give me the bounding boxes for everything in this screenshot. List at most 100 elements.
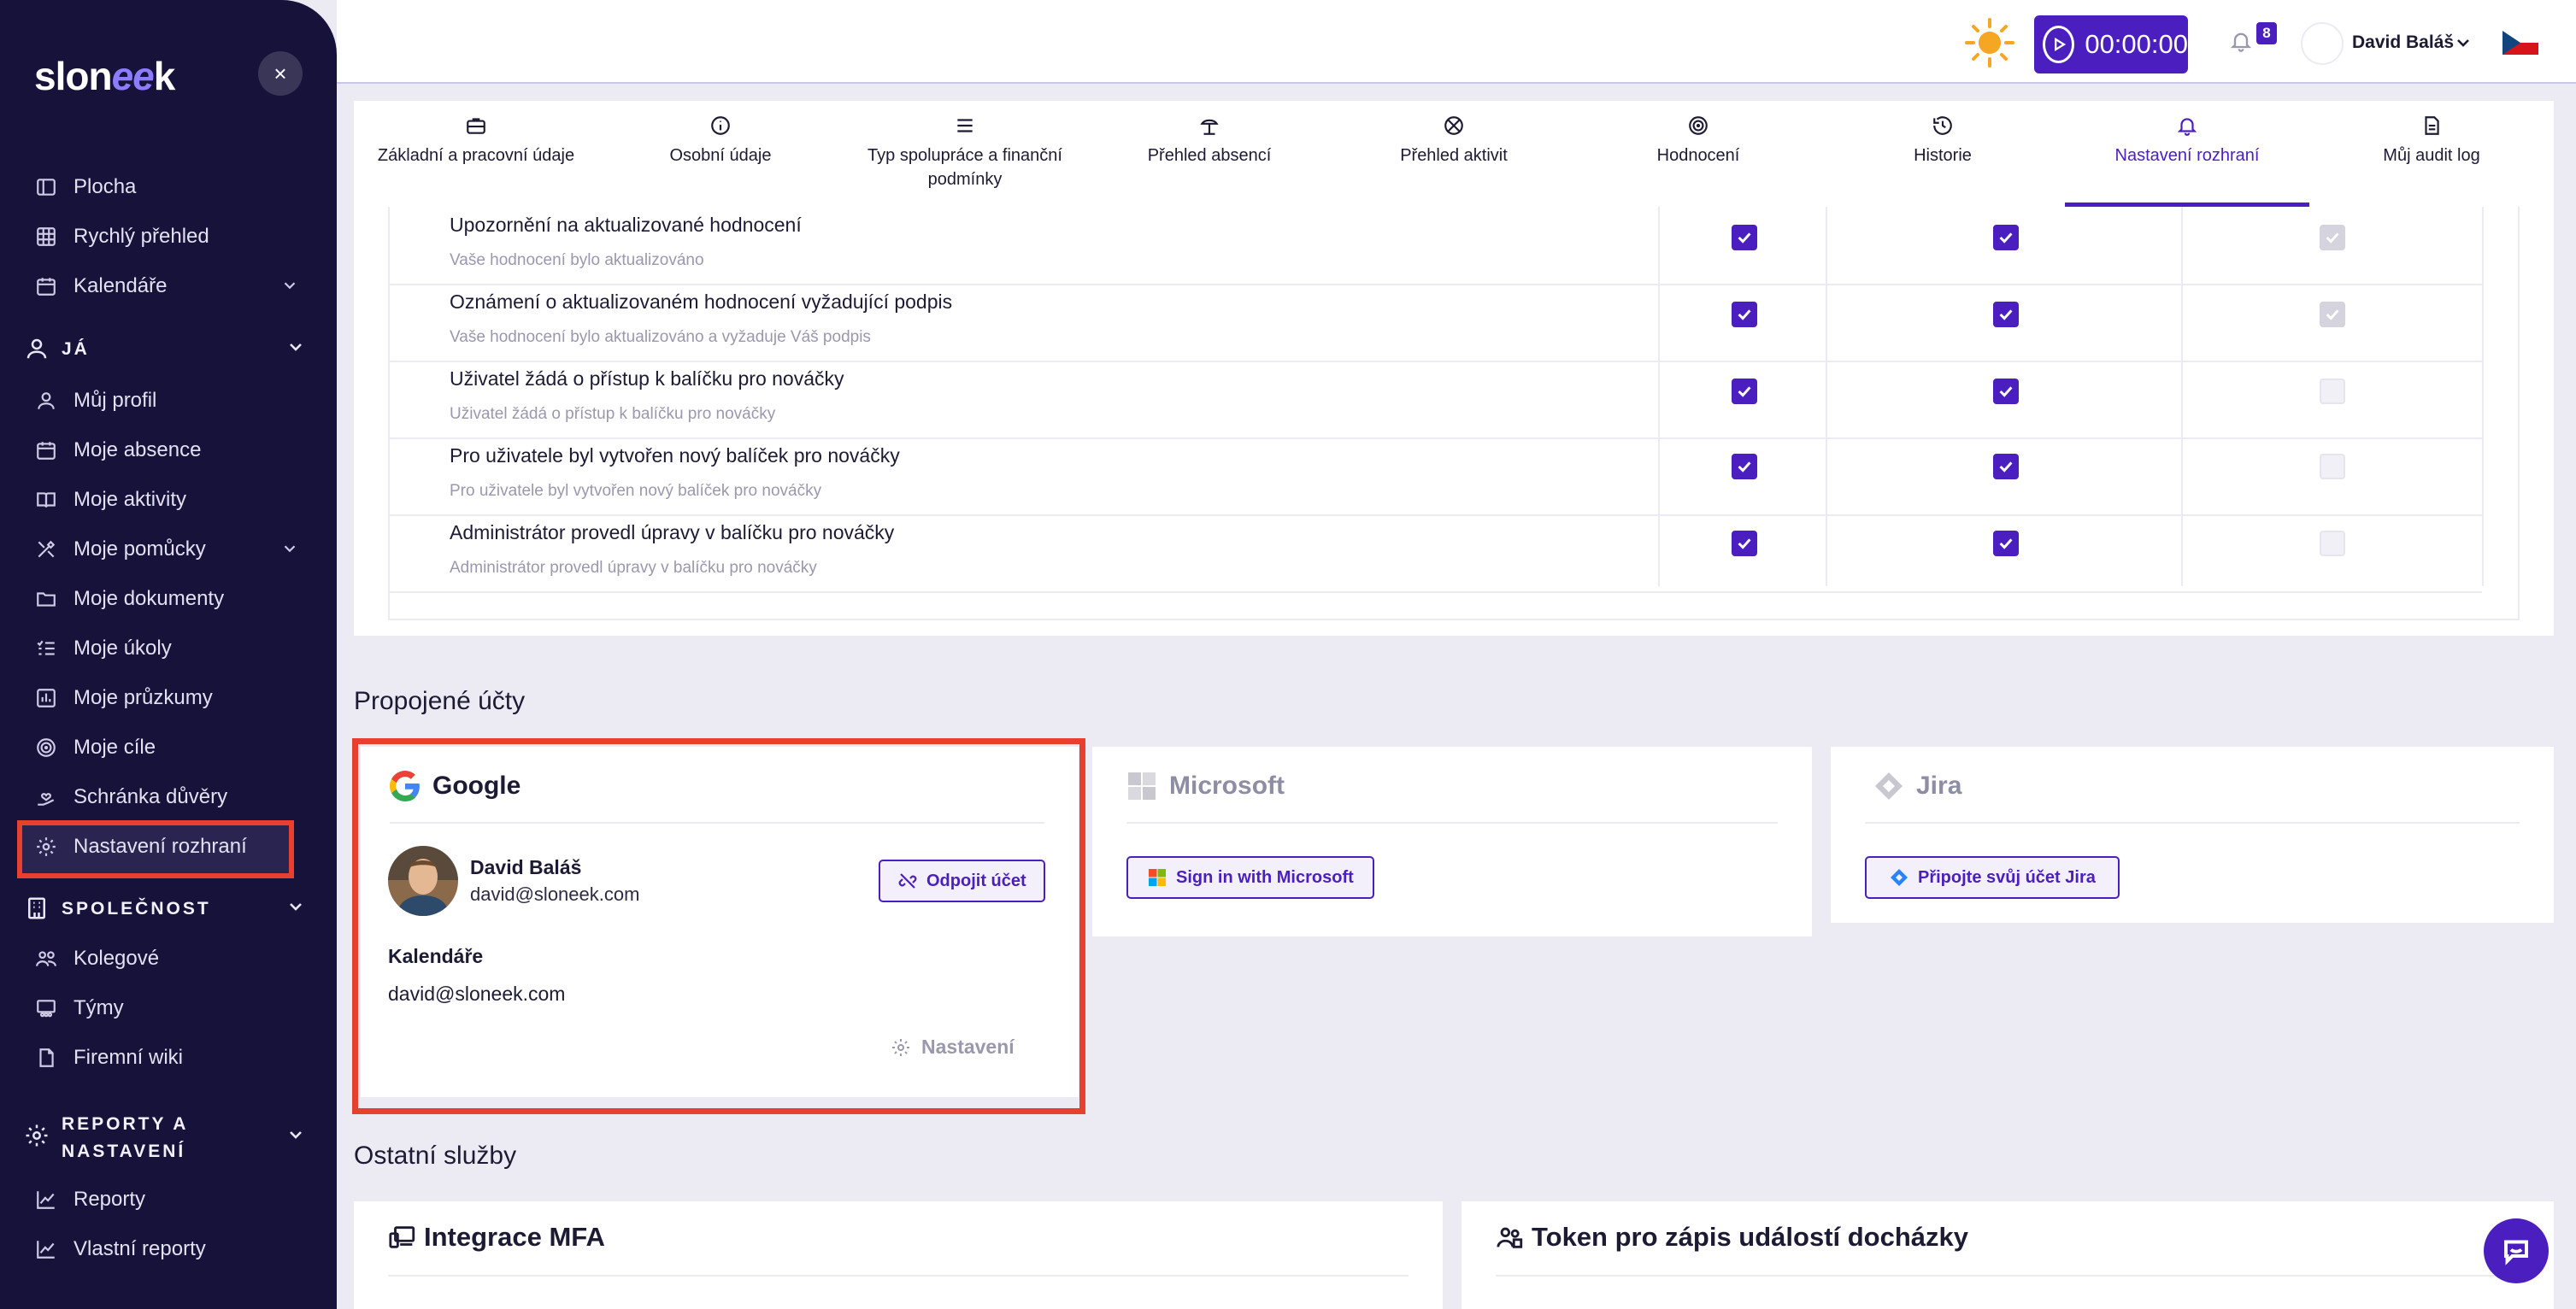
sidebar-section-spolecnost[interactable]: SPOLEČNOST [24,895,306,923]
sidebar-item-moje-dokumenty[interactable]: Moje dokumenty [34,582,299,616]
profile-tabs: Základní a pracovní údaje Osobní údaje T… [354,101,2554,207]
notification-count-badge: 8 [2256,22,2277,44]
tab-historie[interactable]: Historie [1820,101,2065,207]
checkbox[interactable] [1732,454,1757,479]
checkbox-disabled [2320,302,2345,327]
checkbox[interactable] [1732,302,1757,327]
jira-icon [1875,772,1903,800]
table-row: Pro uživatele byl vytvořen nový balíček … [388,439,2482,516]
sidebar-item-moje-pruzkumy[interactable]: Moje průzkumy [34,681,299,715]
sidebar-item-moje-ukoly[interactable]: Moje úkoly [34,631,299,666]
jira-account-card: Jira Připojte svůj účet Jira [1831,747,2554,923]
sidebar-item-moje-cile[interactable]: Moje cíle [34,731,299,765]
checkbox[interactable] [1993,225,2019,250]
sidebar-section-ja[interactable]: JÁ [24,336,306,363]
sidebar-item-kalendare[interactable]: Kalendáře [34,269,299,303]
checklist-icon [34,637,58,660]
tab-audit-log[interactable]: Můj audit log [2309,101,2554,207]
tab-prehled-aktivit[interactable]: Přehled aktivit [1332,101,1576,207]
divider [1865,822,2520,824]
sidebar-section-reporty[interactable]: REPORTY A NASTAVENÍ [24,1111,306,1165]
tab-osobni-udaje[interactable]: Osobní údaje [598,101,843,207]
devices-icon [389,1226,415,1248]
avatar[interactable] [2301,22,2344,65]
tab-typ-spoluprace[interactable]: Typ spolupráce a finanční podmínky [843,101,1087,207]
divider [388,1275,1409,1277]
microsoft-account-card: Microsoft Sign in with Microsoft [1092,747,1812,936]
sloneek-logo[interactable]: sloneek [34,53,175,99]
tab-hodnoceni[interactable]: Hodnocení [1576,101,1820,207]
grid-icon [34,225,58,249]
hand-heart-icon [34,785,58,809]
sidebar-item-nastaveni-rozhrani[interactable]: Nastavení rozhraní [34,830,299,864]
checkbox[interactable] [2320,454,2345,479]
sidebar-item-tymy[interactable]: Týmy [34,991,299,1025]
team-icon [34,996,58,1020]
chevron-down-icon[interactable] [285,1124,306,1150]
sign-in-microsoft-button[interactable]: Sign in with Microsoft [1126,856,1374,899]
dashboard-icon [34,175,58,199]
line-chart-icon [34,1237,58,1261]
target-icon [34,736,58,760]
info-icon [598,114,843,144]
chevron-down-icon[interactable] [285,337,306,362]
tab-nastaveni-rozhrani[interactable]: Nastavení rozhraní [2065,101,2309,207]
divider [1126,822,1778,824]
checkbox[interactable] [1993,379,2019,404]
checkbox[interactable] [2320,531,2345,556]
chevron-down-icon[interactable] [285,896,306,922]
sidebar-item-moje-absence[interactable]: Moje absence [34,433,299,467]
user-icon [24,336,51,363]
user-name[interactable]: David Baláš [2352,32,2454,53]
sidebar-item-moje-aktivity[interactable]: Moje aktivity [34,483,299,517]
tools-icon [34,537,58,561]
attendance-token-card: Token pro zápis událostí docházky [1461,1201,2554,1309]
checkbox[interactable] [2320,379,2345,404]
bell-icon[interactable] [2229,29,2253,57]
timer-value: 00:00:00 [2085,29,2188,59]
sidebar-item-muj-profil[interactable]: Můj profil [34,384,299,418]
history-icon [1820,114,2065,144]
gear-icon [34,835,58,859]
sidebar-item-schranka-duvery[interactable]: Schránka důvěry [34,780,299,814]
bell-icon [2065,114,2309,144]
close-sidebar-button[interactable]: × [258,51,303,96]
checkbox[interactable] [1993,531,2019,556]
calendar-icon [34,438,58,462]
chevron-down-icon[interactable] [2453,32,2473,57]
mfa-integration-card: Integrace MFA [354,1201,1443,1309]
checkbox[interactable] [1993,302,2019,327]
chevron-down-icon[interactable] [280,539,299,564]
czech-flag-icon[interactable] [2502,31,2538,55]
checkbox[interactable] [1732,531,1757,556]
tab-prehled-absenci[interactable]: Přehled absencí [1087,101,1332,207]
checkbox[interactable] [1732,379,1757,404]
ball-icon [1332,114,1576,144]
sidebar-item-reporty[interactable]: Reporty [34,1183,299,1217]
sidebar: sloneek × Plocha Rychlý přehled Kalendář… [0,0,337,1309]
calendar-icon [34,274,58,298]
chart-icon [34,686,58,710]
chat-button[interactable] [2484,1218,2549,1283]
sidebar-item-firemni-wiki[interactable]: Firemní wiki [34,1041,299,1075]
table-row: Administrátor provedl úpravy v balíčku p… [388,516,2482,593]
building-icon [24,895,51,923]
document-icon [2309,114,2554,144]
tab-zakladni-udaje[interactable]: Základní a pracovní údaje [354,101,598,207]
users-key-icon [1497,1227,1523,1248]
checkbox[interactable] [1993,454,2019,479]
sidebar-item-moje-pomucky[interactable]: Moje pomůcky [34,532,299,566]
chevron-down-icon[interactable] [280,276,299,301]
play-icon [2043,26,2075,63]
sidebar-item-plocha[interactable]: Plocha [34,170,299,204]
timer-button[interactable]: 00:00:00 [2034,15,2188,73]
sidebar-item-vlastni-reporty[interactable]: Vlastní reporty [34,1232,299,1266]
sun-icon[interactable] [1964,17,2015,68]
column-divider [2482,207,2484,586]
gear-icon [24,1123,51,1150]
connect-jira-button[interactable]: Připojte svůj účet Jira [1865,856,2120,899]
document-icon [34,1046,58,1070]
checkbox[interactable] [1732,225,1757,250]
sidebar-item-rychly-prehled[interactable]: Rychlý přehled [34,220,299,254]
sidebar-item-kolegove[interactable]: Kolegové [34,942,299,976]
